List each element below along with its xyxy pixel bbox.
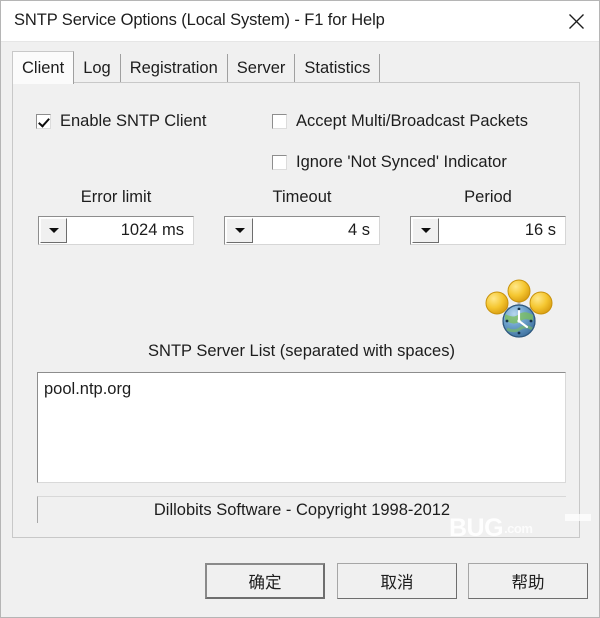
timeout-value[interactable]: 4 s	[254, 217, 379, 244]
period-value[interactable]: 16 s	[440, 217, 565, 244]
tab-strip: Client Log Registration Server Statistic…	[12, 51, 381, 84]
tab-log[interactable]: Log	[74, 54, 121, 83]
period-spinner[interactable]: 16 s	[410, 216, 566, 245]
chevron-down-icon[interactable]	[226, 218, 253, 243]
server-list-input[interactable]: pool.ntp.org	[37, 372, 566, 483]
sntp-service-options-dialog: SNTP Service Options (Local System) - F1…	[0, 0, 600, 618]
checkbox-accept-multi-broadcast-packets-label: Accept Multi/Broadcast Packets	[296, 112, 529, 130]
help-button[interactable]: 帮助	[468, 563, 588, 599]
tab-registration[interactable]: Registration	[120, 54, 228, 83]
network-time-sync-icon	[483, 278, 555, 340]
error-limit-value[interactable]: 1024 ms	[68, 217, 193, 244]
tab-server-label: Server	[236, 59, 286, 77]
field-period-label: Period	[464, 188, 512, 206]
ok-button[interactable]: 确定	[205, 563, 325, 599]
tab-statistics-label: Statistics	[304, 59, 371, 77]
checkbox-accept-multi-broadcast-packets-box[interactable]	[272, 114, 287, 129]
timeout-spinner[interactable]: 4 s	[224, 216, 380, 245]
checkbox-ignore-not-synced-indicator-label: Ignore 'Not Synced' Indicator	[296, 153, 507, 171]
checkbox-accept-multi-broadcast-packets[interactable]: Accept Multi/Broadcast Packets	[272, 112, 528, 131]
field-timeout-label: Timeout	[272, 188, 332, 206]
field-error-limit-label: Error limit	[80, 188, 152, 206]
chevron-down-icon[interactable]	[412, 218, 439, 243]
checkbox-enable-sntp-client[interactable]: Enable SNTP Client	[36, 112, 206, 131]
tab-client-label: Client	[22, 58, 65, 77]
checkbox-ignore-not-synced-indicator[interactable]: Ignore 'Not Synced' Indicator	[272, 153, 507, 172]
copyright-text: Dillobits Software - Copyright 1998-2012	[37, 496, 566, 523]
help-button-label: 帮助	[511, 574, 545, 592]
ok-button-label: 确定	[248, 574, 282, 592]
tab-log-label: Log	[83, 59, 111, 77]
tab-statistics[interactable]: Statistics	[295, 54, 381, 83]
tab-server[interactable]: Server	[227, 54, 296, 83]
cancel-button-label: 取消	[380, 574, 414, 592]
title-bar: SNTP Service Options (Local System) - F1…	[1, 1, 599, 42]
server-list-label: SNTP Server List (separated with spaces)	[148, 342, 455, 360]
tab-registration-label: Registration	[129, 59, 218, 77]
chevron-down-icon[interactable]	[40, 218, 67, 243]
cancel-button[interactable]: 取消	[337, 563, 457, 599]
checkbox-ignore-not-synced-indicator-box[interactable]	[272, 155, 287, 170]
checkbox-enable-sntp-client-box[interactable]	[36, 114, 51, 129]
window-title: SNTP Service Options (Local System) - F1…	[14, 11, 385, 29]
tab-client[interactable]: Client	[12, 51, 75, 84]
error-limit-spinner[interactable]: 1024 ms	[38, 216, 194, 245]
checkbox-enable-sntp-client-label: Enable SNTP Client	[60, 112, 207, 130]
close-icon[interactable]	[553, 1, 599, 41]
